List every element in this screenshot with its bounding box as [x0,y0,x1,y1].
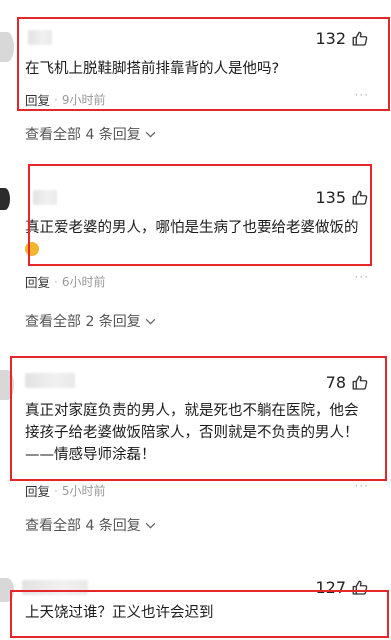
thumbs-up-icon [352,580,368,595]
like-button[interactable]: 127 [315,578,369,597]
comment-text: 上天饶过谁？正义也许会迟到 [25,605,214,621]
like-count: 127 [315,578,346,597]
avatar[interactable] [0,578,14,602]
comment-item: 127 上天饶过谁？正义也许会迟到 [0,0,391,640]
username-redacted [22,580,88,595]
